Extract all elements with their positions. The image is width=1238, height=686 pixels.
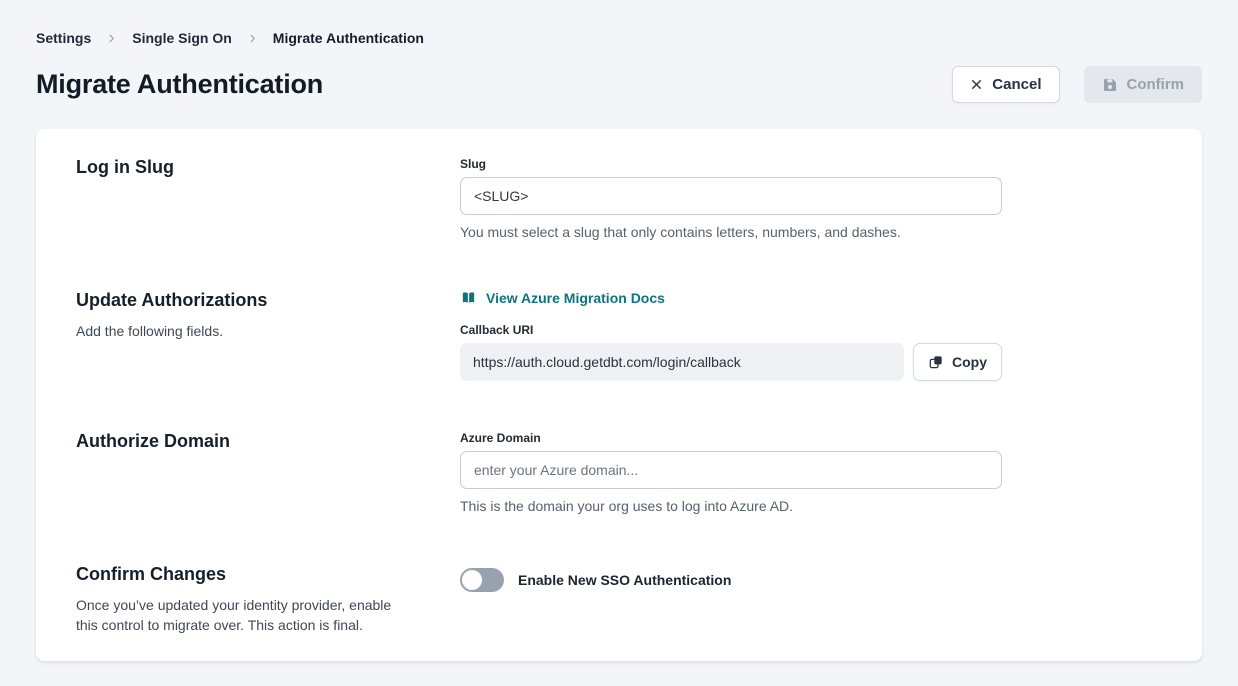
settings-card: Log in Slug Slug You must select a slug … [36, 129, 1202, 661]
callback-uri-label: Callback URI [460, 323, 1002, 337]
login-slug-heading: Log in Slug [76, 157, 416, 178]
azure-domain-label: Azure Domain [460, 431, 1002, 445]
callback-uri-value: https://auth.cloud.getdbt.com/login/call… [460, 343, 904, 381]
confirm-button-label: Confirm [1127, 76, 1185, 93]
copy-button-label: Copy [952, 354, 987, 370]
page-header: Migrate Authentication Cancel Confirm [36, 66, 1202, 103]
breadcrumb: Settings Single Sign On Migrate Authenti… [36, 30, 1202, 46]
section-login-slug: Log in Slug Slug You must select a slug … [76, 157, 1162, 240]
enable-sso-toggle[interactable] [460, 568, 504, 592]
confirm-button[interactable]: Confirm [1084, 66, 1203, 103]
x-icon [970, 78, 983, 91]
update-authorizations-description: Add the following fields. [76, 321, 416, 341]
open-book-icon [460, 290, 477, 306]
save-icon [1102, 77, 1118, 93]
azure-domain-input[interactable] [460, 451, 1002, 489]
section-update-authorizations: Update Authorizations Add the following … [76, 290, 1162, 381]
azure-migration-docs-link-label: View Azure Migration Docs [486, 290, 665, 306]
header-actions: Cancel Confirm [952, 66, 1202, 103]
section-confirm-changes: Confirm Changes Once you’ve updated your… [76, 564, 1162, 636]
breadcrumb-settings[interactable]: Settings [36, 30, 91, 46]
slug-input[interactable] [460, 177, 1002, 215]
chevron-right-icon [106, 33, 117, 44]
cancel-button-label: Cancel [992, 76, 1041, 93]
confirm-changes-description: Once you’ve updated your identity provid… [76, 595, 416, 636]
authorize-domain-heading: Authorize Domain [76, 431, 416, 452]
copy-icon [928, 354, 944, 370]
enable-sso-toggle-label: Enable New SSO Authentication [518, 572, 731, 588]
slug-helper-text: You must select a slug that only contain… [460, 224, 1002, 240]
toggle-knob [462, 570, 482, 590]
azure-domain-helper-text: This is the domain your org uses to log … [460, 498, 1002, 514]
breadcrumb-single-sign-on[interactable]: Single Sign On [132, 30, 232, 46]
copy-button[interactable]: Copy [913, 343, 1002, 381]
azure-migration-docs-link[interactable]: View Azure Migration Docs [460, 290, 665, 306]
migrate-authentication-page: Settings Single Sign On Migrate Authenti… [0, 0, 1238, 686]
update-authorizations-heading: Update Authorizations [76, 290, 416, 311]
page-title: Migrate Authentication [36, 69, 323, 100]
breadcrumb-migrate-authentication: Migrate Authentication [273, 30, 424, 46]
chevron-right-icon [247, 33, 258, 44]
cancel-button[interactable]: Cancel [952, 66, 1059, 103]
section-authorize-domain: Authorize Domain Azure Domain This is th… [76, 431, 1162, 514]
confirm-changes-heading: Confirm Changes [76, 564, 416, 585]
slug-field-label: Slug [460, 157, 1002, 171]
